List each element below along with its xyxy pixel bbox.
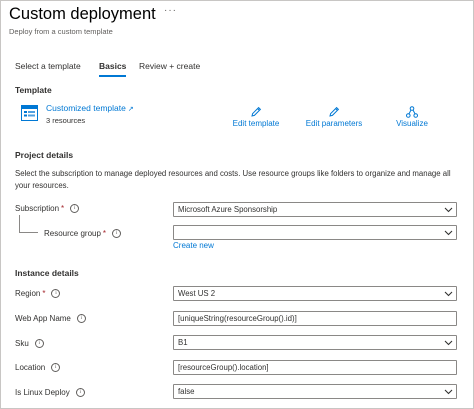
location-input[interactable]: [resourceGroup().location] <box>173 360 457 375</box>
subscription-value: Microsoft Azure Sponsorship <box>178 205 278 214</box>
is-linux-deploy-label-row: Is Linux Deploy i <box>15 388 85 398</box>
subscription-label: Subscription <box>15 204 60 213</box>
template-heading: Template <box>15 85 52 95</box>
info-icon[interactable]: i <box>34 339 44 349</box>
resource-group-dropdown[interactable] <box>173 225 457 240</box>
page-subtitle: Deploy from a custom template <box>9 27 113 36</box>
edit-parameters-label: Edit parameters <box>305 119 363 128</box>
required-marker: * <box>42 289 46 298</box>
info-icon[interactable]: i <box>76 314 86 324</box>
tab-select-a-template[interactable]: Select a template <box>15 61 81 71</box>
location-value: [resourceGroup().location] <box>178 363 269 372</box>
pencil-icon <box>251 106 262 117</box>
tab-basics[interactable]: Basics <box>99 61 126 71</box>
instance-details-heading: Instance details <box>15 268 79 278</box>
info-icon[interactable]: i <box>51 363 61 373</box>
project-details-heading: Project details <box>15 150 74 160</box>
edit-template-label: Edit template <box>232 119 280 128</box>
region-value: West US 2 <box>178 289 216 298</box>
region-label: Region <box>15 289 41 298</box>
tab-review-create[interactable]: Review + create <box>139 61 200 71</box>
is-linux-deploy-dropdown[interactable]: false <box>173 384 457 399</box>
web-app-name-value: [uniqueString(resourceGroup().id)] <box>178 314 297 323</box>
visualize-button[interactable]: Visualize <box>392 106 432 128</box>
edit-template-button[interactable]: Edit template <box>229 106 283 128</box>
sku-label-row: Sku i <box>15 339 44 349</box>
info-icon[interactable]: i <box>75 388 85 398</box>
region-label-row: Region * i <box>15 289 61 299</box>
template-icon <box>21 105 38 121</box>
hierarchy-icon <box>406 106 418 118</box>
sku-label: Sku <box>15 339 29 348</box>
edit-parameters-button[interactable]: Edit parameters <box>302 106 366 128</box>
tree-connector <box>19 215 38 233</box>
chevron-down-icon <box>444 207 453 213</box>
customized-template-label: Customized template <box>46 103 126 113</box>
web-app-name-input[interactable]: [uniqueString(resourceGroup().id)] <box>173 311 457 326</box>
resource-group-label: Resource group <box>44 229 101 238</box>
web-app-name-label-row: Web App Name i <box>15 314 86 324</box>
customized-template-link[interactable]: Customized template ↗ <box>46 103 134 113</box>
project-details-description: Select the subscription to manage deploy… <box>15 169 451 190</box>
resource-group-label-row: Resource group * i <box>44 229 122 239</box>
external-link-icon: ↗ <box>127 106 134 113</box>
sku-value: B1 <box>178 338 188 347</box>
visualize-label: Visualize <box>396 119 428 128</box>
more-options-button[interactable]: ··· <box>164 5 177 16</box>
pencil-icon <box>329 106 340 117</box>
page-title: Custom deployment <box>9 5 156 23</box>
chevron-down-icon <box>444 230 453 236</box>
chevron-down-icon <box>444 340 453 346</box>
location-label-row: Location i <box>15 363 61 373</box>
required-marker: * <box>102 229 107 238</box>
required-marker: * <box>61 204 65 213</box>
chevron-down-icon <box>444 291 453 297</box>
sku-dropdown[interactable]: B1 <box>173 335 457 350</box>
create-new-link[interactable]: Create new <box>173 241 214 250</box>
web-app-name-label: Web App Name <box>15 314 71 323</box>
template-resource-count: 3 resources <box>46 116 86 125</box>
subscription-dropdown[interactable]: Microsoft Azure Sponsorship <box>173 202 457 217</box>
info-icon[interactable]: i <box>51 289 61 299</box>
info-icon[interactable]: i <box>112 229 122 239</box>
location-label: Location <box>15 363 46 372</box>
subscription-label-row: Subscription * i <box>15 204 80 214</box>
is-linux-deploy-label: Is Linux Deploy <box>15 388 70 397</box>
active-tab-indicator <box>99 75 126 77</box>
is-linux-deploy-value: false <box>178 387 195 396</box>
region-dropdown[interactable]: West US 2 <box>173 286 457 301</box>
chevron-down-icon <box>444 389 453 395</box>
info-icon[interactable]: i <box>70 204 80 214</box>
